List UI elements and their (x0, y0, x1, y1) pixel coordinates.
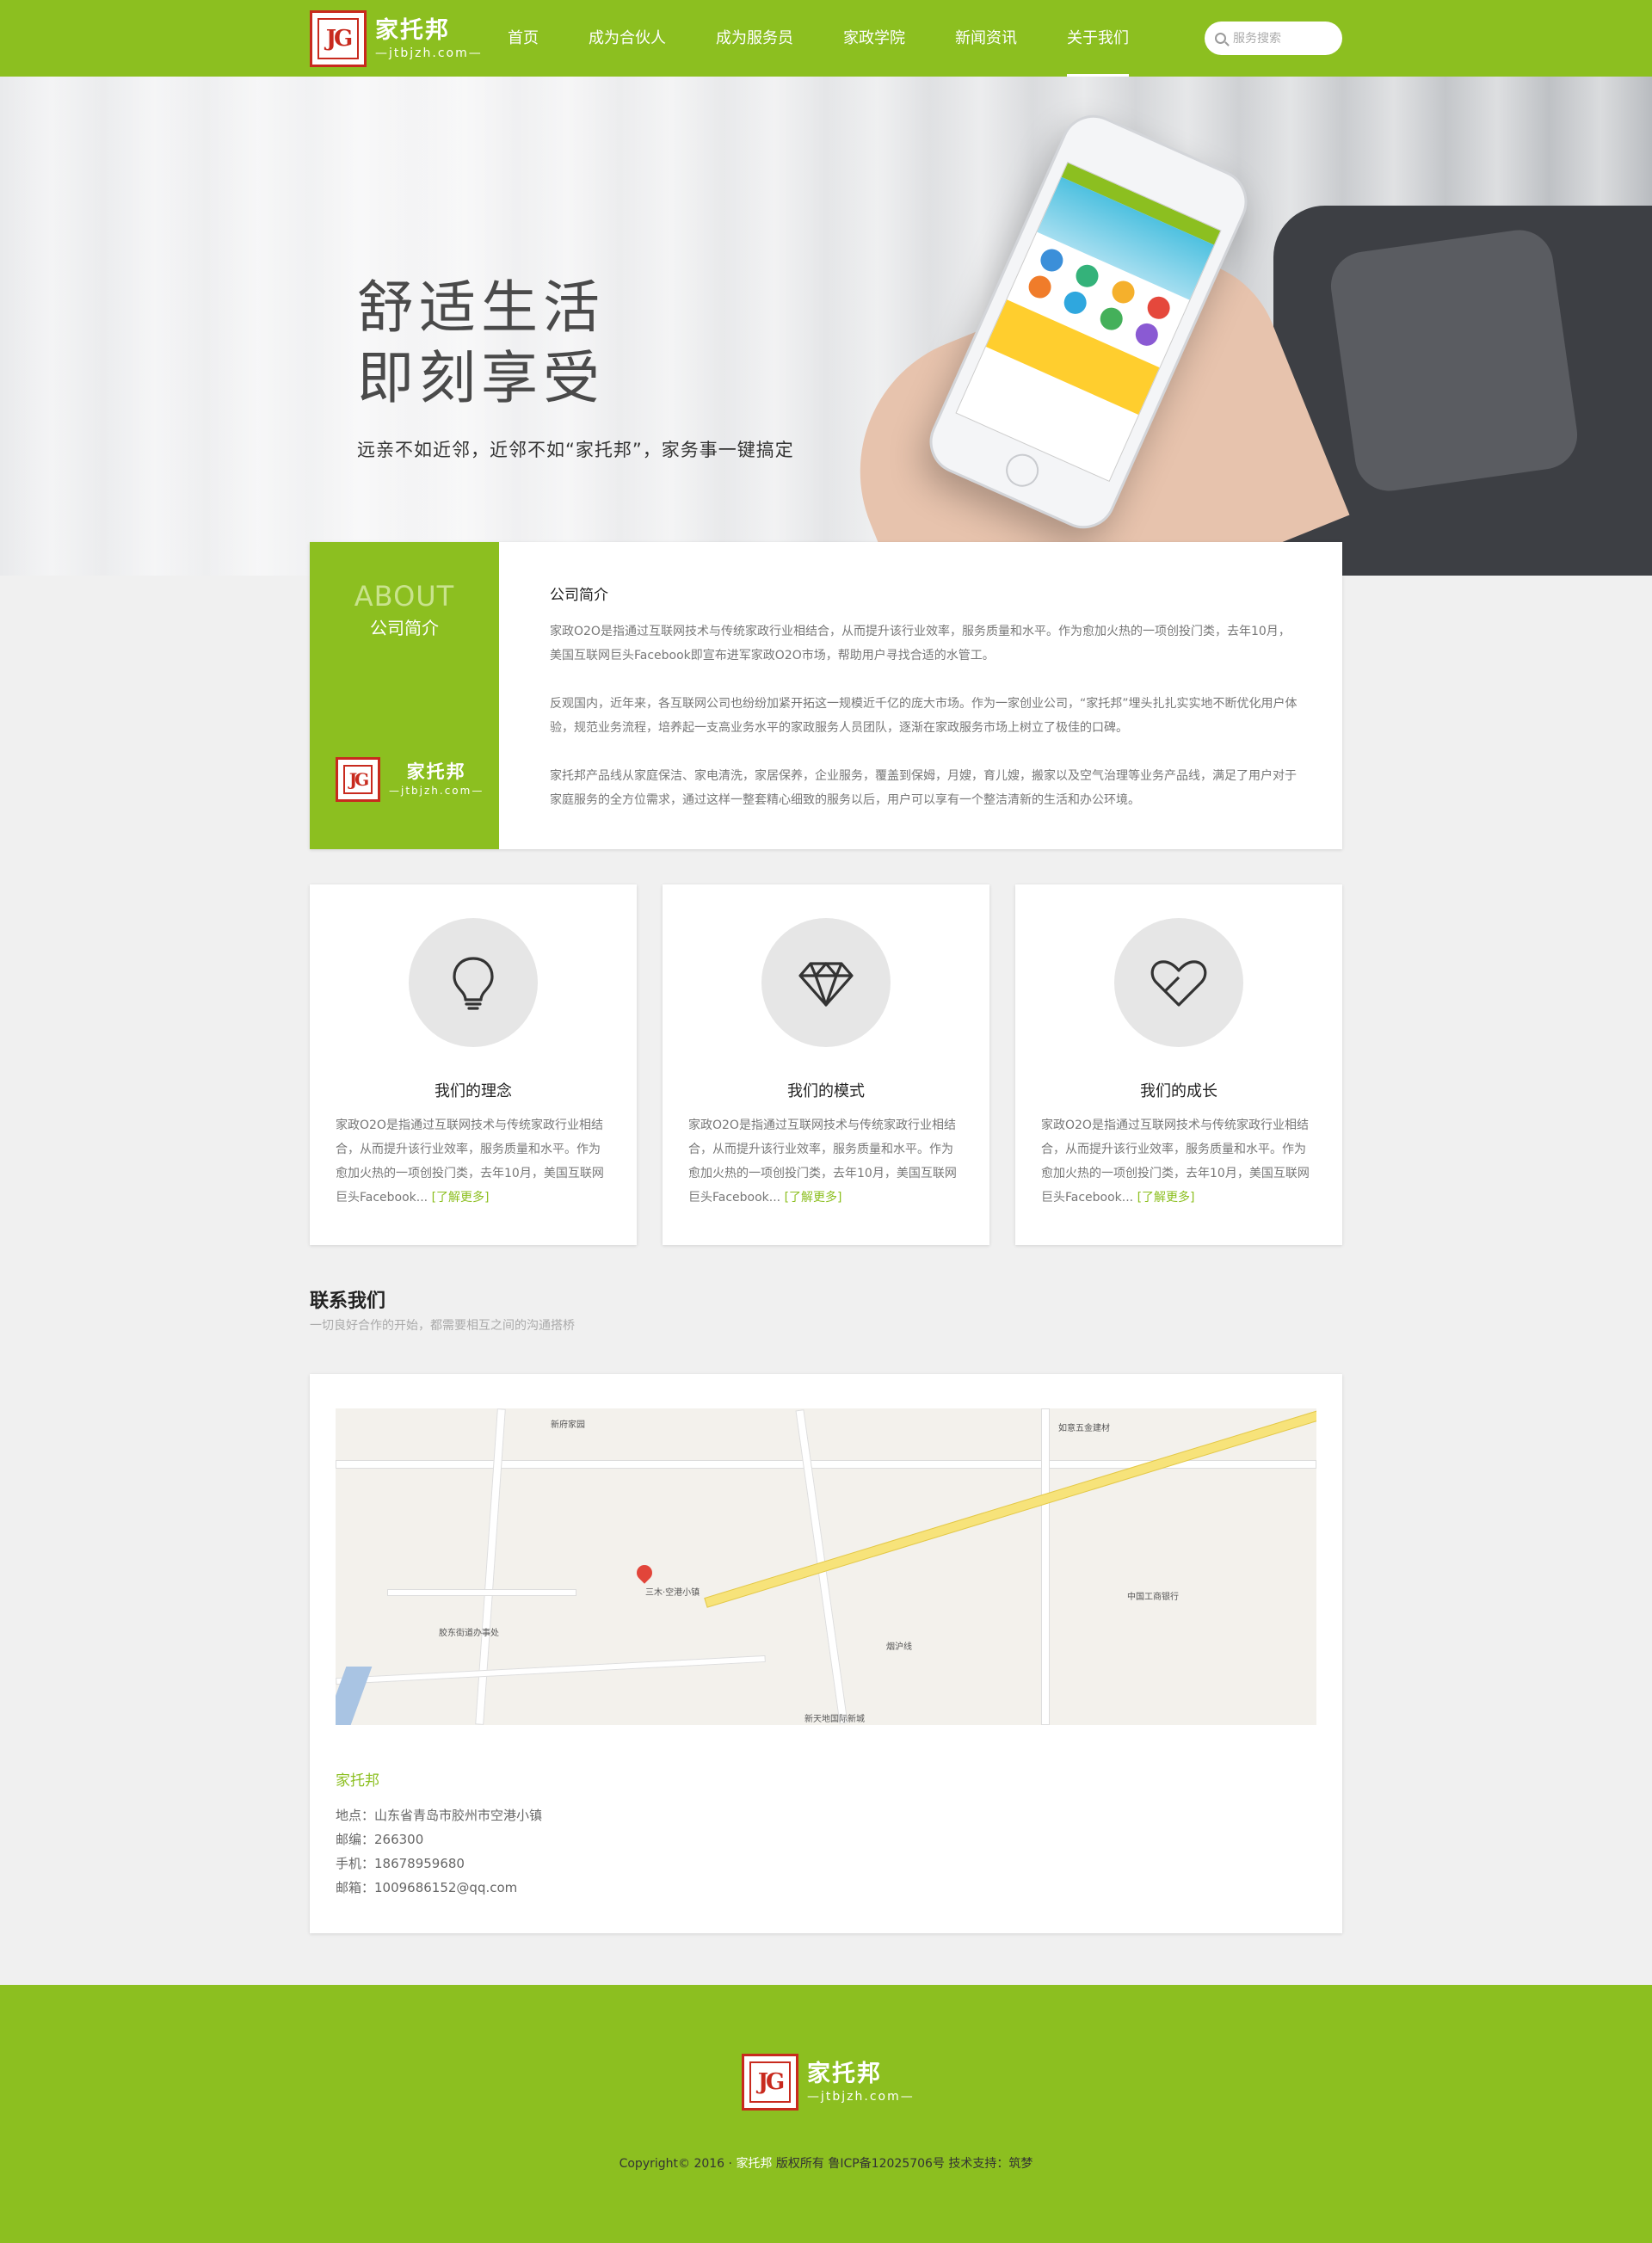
about-paragraph: 家托邦产品线从家庭保洁、家电清洗，家居保养，企业服务，覆盖到保姆，月嫂，育儿嫂，… (550, 769, 1297, 807)
hero-title-line2: 即刻享受 (357, 345, 605, 411)
logo-name: 家托邦 (375, 17, 450, 44)
feature-card-model: 我们的模式 家政O2O是指通过互联网技术与传统家政行业相结合，从而提升该行业效率… (663, 884, 989, 1245)
hero-subtitle: 远亲不如近邻，近邻不如“家托邦”，家务事一键搞定 (357, 440, 794, 460)
contact-company: 家托邦 (336, 1772, 379, 1790)
site-logo[interactable]: JG 家托邦 —jtbjzh.com— (310, 10, 483, 67)
about-logo-name: 家托邦 (406, 761, 466, 782)
hero-title-line1: 舒适生活 (357, 274, 605, 341)
logo-mark-icon: JG (310, 10, 367, 67)
copyright-prefix: Copyright© 2016 · (619, 2157, 732, 2171)
footer-logo-domain: —jtbjzh.com— (807, 2090, 915, 2104)
map-water (336, 1667, 373, 1725)
contact-address: 地点：山东省青岛市胶州市空港小镇 (336, 1808, 543, 1823)
copyright-suffix: 版权所有 鲁ICP备12025706号 技术支持：筑梦 (775, 2157, 1033, 2171)
about-paragraph: 反观国内，近年来，各互联网公司也纷纷加紧开拓这一规模近千亿的庞大市场。作为一家创… (550, 697, 1298, 735)
card-text: 家政O2O是指通过互联网技术与传统家政行业相结合，从而提升该行业效率，服务质量和… (1041, 1118, 1310, 1205)
contact-title: 联系我们 (310, 1291, 386, 1312)
map-label: 胶东街道办事处 (439, 1629, 499, 1638)
card-text: 家政O2O是指通过互联网技术与传统家政行业相结合，从而提升该行业效率，服务质量和… (688, 1118, 957, 1205)
learn-more-link[interactable]: [了解更多] (1137, 1191, 1195, 1205)
contact-section: 新府家园 三木·空港小镇 胶东街道办事处 新天地国际新城 中国工商银行 如意五金… (310, 1374, 1342, 1933)
about-logo-domain: —jtbjzh.com— (389, 785, 484, 797)
search-icon[interactable] (1215, 33, 1226, 44)
site-header: JG 家托邦 —jtbjzh.com— 首页 成为合伙人 成为服务员 家政学院 … (0, 0, 1652, 77)
nav-item-academy[interactable]: 家政学院 (843, 0, 905, 77)
copyright-brand[interactable]: 家托邦 (736, 2157, 772, 2171)
about-logo: JG 家托邦 —jtbjzh.com— (336, 757, 484, 802)
contact-info: 家托邦 地点：山东省青岛市胶州市空港小镇 邮编：266300 手机：186789… (336, 1768, 542, 1900)
card-title: 我们的成长 (1140, 1082, 1217, 1100)
hero-banner: 舒适生活 即刻享受 远亲不如近邻，近邻不如“家托邦”，家务事一键搞定 (0, 77, 1652, 576)
map-label: 新府家园 (551, 1420, 585, 1430)
map-label: 如意五金建材 (1058, 1424, 1110, 1433)
map-label: 中国工商银行 (1127, 1593, 1179, 1602)
contact-phone: 手机：18678959680 (336, 1856, 465, 1871)
footer-logo-name: 家托邦 (807, 2061, 882, 2087)
feature-card-idea: 我们的理念 家政O2O是指通过互联网技术与传统家政行业相结合，从而提升该行业效率… (310, 884, 637, 1245)
map-highway (704, 1408, 1316, 1608)
nav-item-home[interactable]: 首页 (508, 0, 539, 77)
card-title: 我们的理念 (435, 1082, 512, 1100)
logo-mark-icon: JG (742, 2054, 798, 2111)
search-box[interactable] (1205, 22, 1342, 55)
main-nav: 首页 成为合伙人 成为服务员 家政学院 新闻资讯 关于我们 (508, 0, 1179, 77)
contact-email: 邮箱：1009686152@qq.com (336, 1880, 518, 1895)
about-en-label: ABOUT (354, 580, 455, 613)
location-map[interactable]: 新府家园 三木·空港小镇 胶东街道办事处 新天地国际新城 中国工商银行 如意五金… (336, 1408, 1316, 1725)
map-label: 新天地国际新城 (804, 1715, 865, 1724)
contact-subtitle: 一切良好合作的开始，都需要相互之间的沟通搭桥 (310, 1319, 575, 1333)
heart-icon (1114, 918, 1243, 1047)
learn-more-link[interactable]: [了解更多] (432, 1191, 490, 1205)
feature-card-growth: 我们的成长 家政O2O是指通过互联网技术与传统家政行业相结合，从而提升该行业效率… (1015, 884, 1342, 1245)
map-pin-icon[interactable] (633, 1562, 656, 1584)
map-label: 三木·空港小镇 (645, 1588, 700, 1598)
learn-more-link[interactable]: [了解更多] (785, 1191, 842, 1205)
logo-domain: —jtbjzh.com— (375, 46, 483, 60)
about-cn-label: 公司简介 (370, 618, 439, 638)
nav-item-news[interactable]: 新闻资讯 (955, 0, 1017, 77)
site-footer: JG 家托邦 —jtbjzh.com— Copyright© 2016 · 家托… (0, 1985, 1652, 2243)
search-input[interactable] (1233, 31, 1336, 46)
card-title: 我们的模式 (787, 1082, 865, 1100)
about-body: 公司简介 家政O2O是指通过互联网技术与传统家政行业相结合，从而提升该行业效率，… (550, 582, 1298, 836)
contact-postcode: 邮编：266300 (336, 1832, 424, 1847)
footer-logo[interactable]: JG 家托邦 —jtbjzh.com— (742, 2054, 915, 2111)
logo-mark-icon: JG (336, 757, 380, 802)
map-label: 烟沪线 (886, 1642, 912, 1652)
about-side-panel: ABOUT 公司简介 JG 家托邦 —jtbjzh.com— (310, 542, 499, 849)
lightbulb-icon (409, 918, 538, 1047)
diamond-icon (761, 918, 891, 1047)
about-paragraph: 家政O2O是指通过互联网技术与传统家政行业相结合，从而提升该行业效率，服务质量和… (550, 625, 1291, 662)
footer-copyright: Copyright© 2016 · 家托邦 版权所有 鲁ICP备12025706… (0, 2154, 1652, 2172)
about-title: 公司简介 (550, 587, 608, 604)
nav-item-staff[interactable]: 成为服务员 (716, 0, 793, 77)
about-section: ABOUT 公司简介 JG 家托邦 —jtbjzh.com— 公司简介 家政O2… (310, 542, 1342, 849)
nav-item-about[interactable]: 关于我们 (1067, 0, 1129, 77)
card-text: 家政O2O是指通过互联网技术与传统家政行业相结合，从而提升该行业效率，服务质量和… (336, 1118, 604, 1205)
nav-item-partner[interactable]: 成为合伙人 (589, 0, 666, 77)
hero-title: 舒适生活 即刻享受 (357, 273, 605, 414)
